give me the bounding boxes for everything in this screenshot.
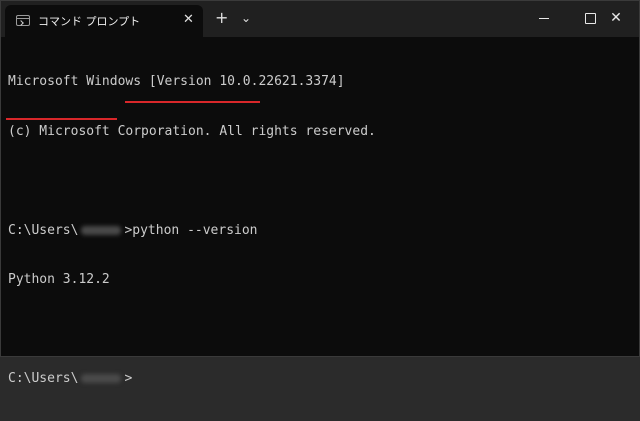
- prompt-line: C:\Users\ >: [8, 371, 376, 388]
- minimize-button[interactable]: [521, 1, 567, 35]
- close-icon: ✕: [610, 10, 622, 26]
- title-bar: コマンド プロンプト ✕ + ⌄ ✕: [1, 1, 639, 37]
- version-line: Microsoft Windows [Version 10.0.22621.33…: [8, 74, 345, 89]
- output-highlight-underline: [6, 118, 117, 120]
- copyright-line: (c) Microsoft Corporation. All rights re…: [8, 123, 376, 139]
- terminal-window: コマンド プロンプト ✕ + ⌄ ✕ Microsoft Windows [Ve…: [0, 0, 640, 386]
- console-output[interactable]: Microsoft Windows [Version 10.0.22621.33…: [8, 41, 376, 421]
- command-highlight-underline: [125, 101, 260, 103]
- prompt-prefix: C:\Users\: [8, 371, 79, 386]
- minimize-icon: [539, 17, 549, 19]
- chevron-down-icon[interactable]: ⌄: [241, 10, 251, 26]
- close-button[interactable]: ✕: [593, 1, 639, 35]
- redacted-username: [81, 225, 122, 235]
- tab-command-prompt[interactable]: コマンド プロンプト ✕: [5, 5, 203, 37]
- tab-close-icon[interactable]: ✕: [183, 12, 194, 28]
- prompt-prefix: C:\Users\: [8, 222, 79, 238]
- redacted-username: [81, 374, 122, 383]
- python-version-output: Python 3.12.2: [8, 272, 110, 287]
- terminal-icon: [16, 15, 30, 26]
- command-line: C:\Users\ >python --version: [8, 223, 376, 240]
- new-tab-button[interactable]: +: [215, 10, 228, 26]
- prompt-suffix: >: [124, 371, 133, 386]
- command-text: python --version: [132, 222, 258, 238]
- tab-title: コマンド プロンプト: [38, 15, 141, 28]
